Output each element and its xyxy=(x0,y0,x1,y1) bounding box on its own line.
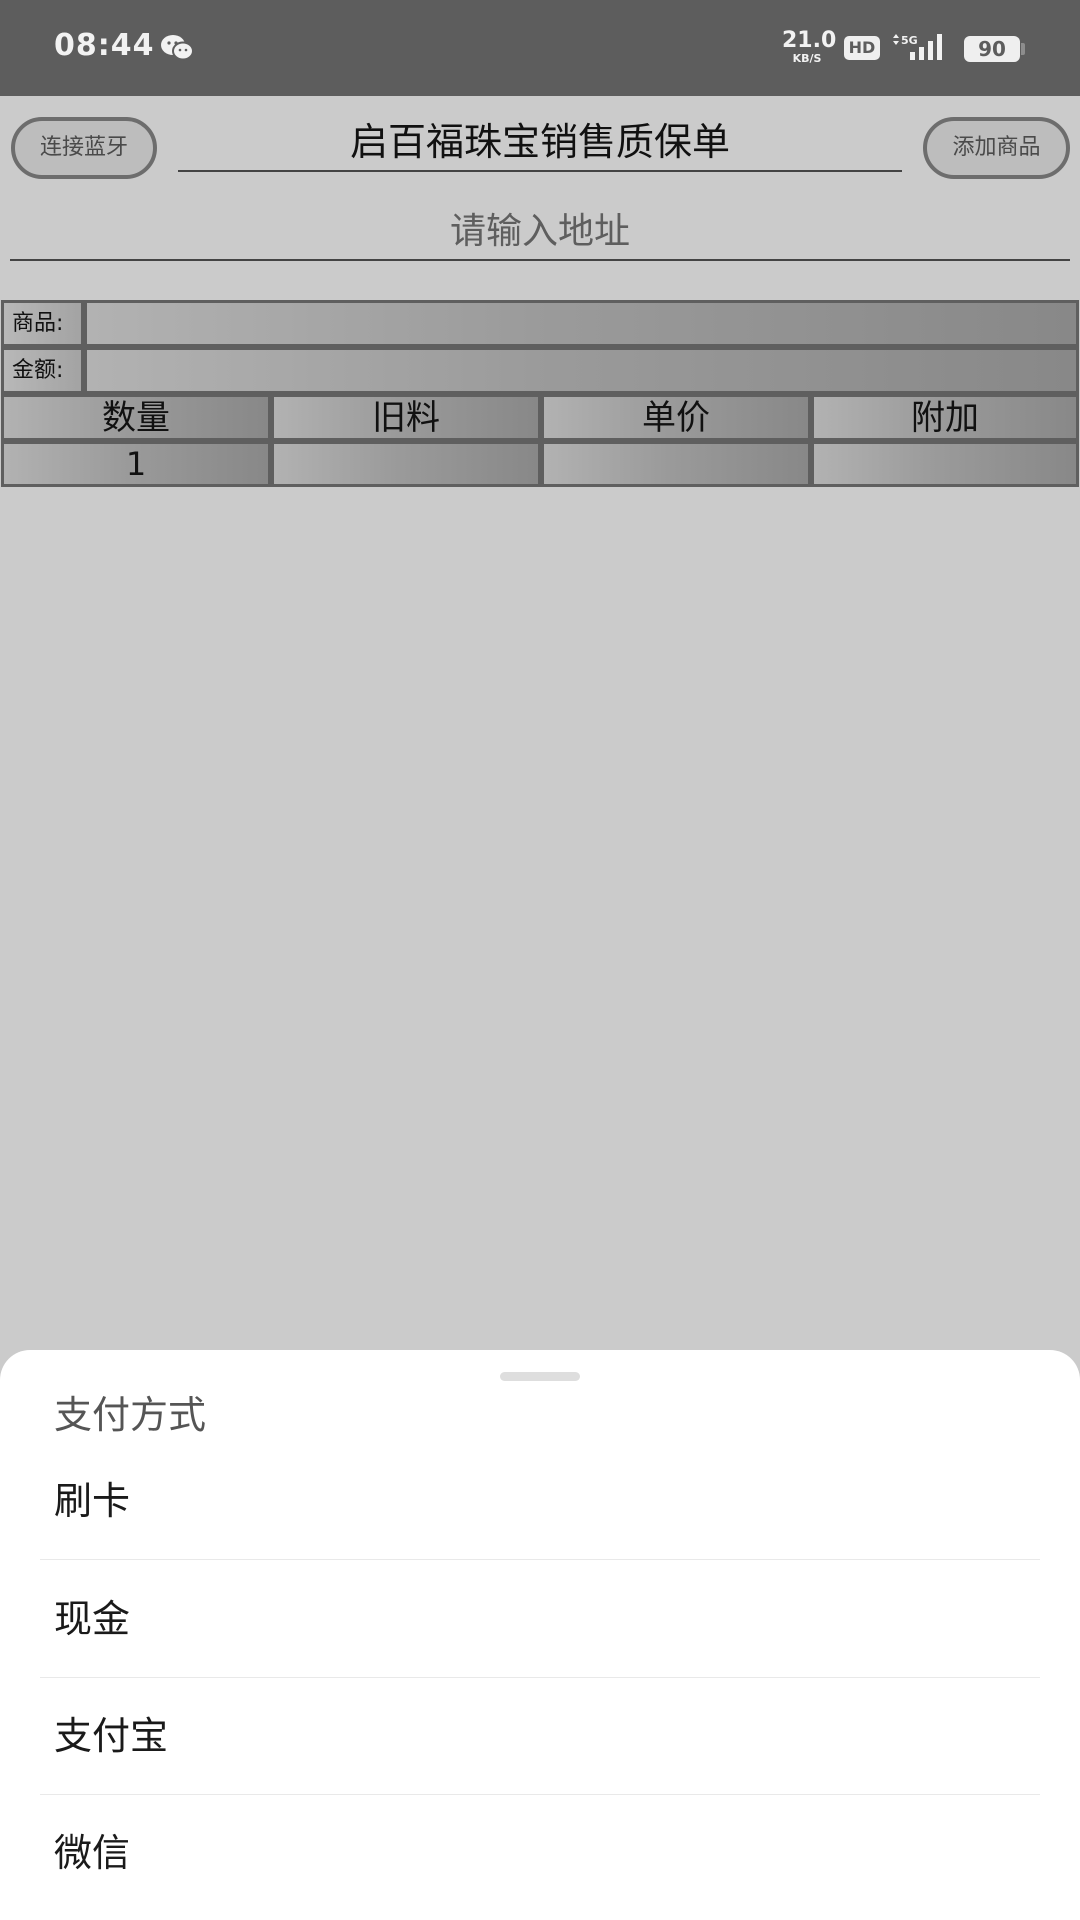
product-input[interactable] xyxy=(84,300,1079,347)
unit-price-input[interactable] xyxy=(541,441,811,487)
amount-input[interactable] xyxy=(84,347,1079,394)
battery-icon: 90 xyxy=(964,36,1020,62)
column-header-extra: 附加 xyxy=(811,394,1079,441)
hd-badge: HD xyxy=(844,36,880,60)
amount-label: 金额: xyxy=(1,347,84,394)
sheet-drag-handle[interactable] xyxy=(500,1372,580,1381)
network-speed-unit: KB/S xyxy=(792,52,822,65)
product-label: 商品: xyxy=(1,300,84,347)
add-product-button[interactable]: 添加商品 xyxy=(923,117,1070,179)
network-speed: 21.0 KB/S xyxy=(782,28,837,65)
title-field[interactable]: 启百福珠宝销售质保单 xyxy=(178,116,902,172)
status-time: 08:44 xyxy=(54,28,155,63)
column-header-unit-price: 单价 xyxy=(541,394,811,441)
old-material-input[interactable] xyxy=(271,441,541,487)
payment-option-wechat[interactable]: 微信 xyxy=(40,1795,1040,1912)
network-type-label: 5G xyxy=(901,34,918,47)
column-header-quantity: 数量 xyxy=(1,394,271,441)
address-input[interactable]: 请输入地址 xyxy=(10,205,1070,261)
signal-icon: 5G xyxy=(893,34,942,60)
sheet-title: 支付方式 xyxy=(54,1393,207,1437)
column-header-old-material: 旧料 xyxy=(271,394,541,441)
extra-input[interactable] xyxy=(811,441,1079,487)
connect-bluetooth-button[interactable]: 连接蓝牙 xyxy=(11,117,157,179)
payment-option-cash[interactable]: 现金 xyxy=(40,1561,1040,1678)
payment-option-card[interactable]: 刷卡 xyxy=(40,1443,1040,1560)
quantity-input[interactable]: 1 xyxy=(1,441,271,487)
wechat-icon xyxy=(161,35,194,61)
payment-option-alipay[interactable]: 支付宝 xyxy=(40,1678,1040,1795)
status-bar: 08:44 21.0 KB/S HD 5G 90 xyxy=(0,0,1080,96)
network-speed-value: 21.0 xyxy=(782,28,837,53)
payment-method-sheet: 支付方式 刷卡 现金 支付宝 微信 xyxy=(0,1350,1080,1920)
battery-tip xyxy=(1021,43,1025,55)
